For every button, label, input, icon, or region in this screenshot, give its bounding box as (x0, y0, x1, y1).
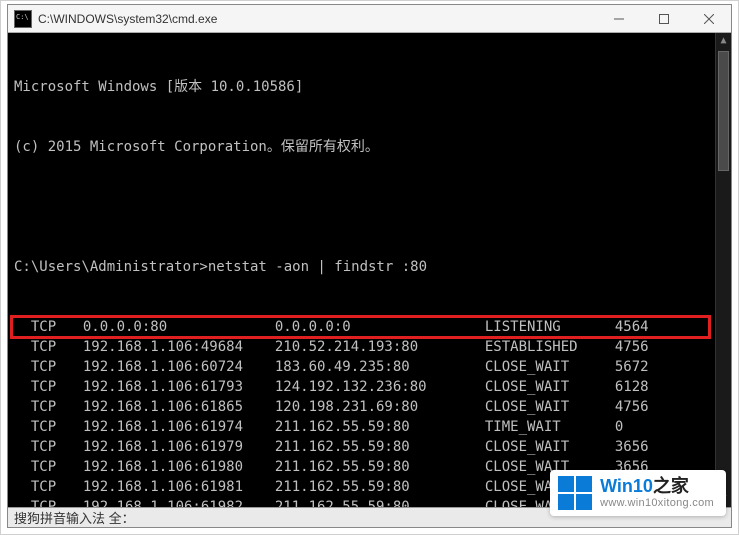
netstat-row: TCP0.0.0.0:800.0.0.0:0LISTENING4564 (14, 317, 725, 337)
netstat-row: TCP192.168.1.106:61865120.198.231.69:80C… (14, 397, 725, 417)
window-buttons (596, 5, 731, 32)
scrollbar-up-icon[interactable]: ▲ (716, 33, 731, 49)
netstat-row: TCP192.168.1.106:61979211.162.55.59:80CL… (14, 437, 725, 457)
watermark-badge: Win10之家 www.win10xitong.com (550, 470, 726, 516)
console-scrollbar[interactable]: ▲ ▼ (715, 33, 731, 507)
windows-logo-icon (558, 476, 592, 510)
header-line: (c) 2015 Microsoft Corporation。保留所有权利。 (14, 137, 725, 157)
minimize-button[interactable] (596, 5, 641, 32)
close-button[interactable] (686, 5, 731, 32)
header-line: Microsoft Windows [版本 10.0.10586] (14, 77, 725, 97)
scrollbar-thumb[interactable] (718, 51, 729, 171)
ime-text: 搜狗拼音输入法 全： (14, 508, 135, 527)
cmd-icon (14, 10, 32, 28)
netstat-row: TCP192.168.1.106:61793124.192.132.236:80… (14, 377, 725, 397)
netstat-row: TCP192.168.1.106:61974211.162.55.59:80TI… (14, 417, 725, 437)
maximize-button[interactable] (641, 5, 686, 32)
netstat-row: TCP192.168.1.106:49684210.52.214.193:80E… (14, 337, 725, 357)
watermark-url: www.win10xitong.com (600, 497, 714, 509)
blank-line (14, 197, 725, 217)
console-output[interactable]: Microsoft Windows [版本 10.0.10586] (c) 20… (8, 33, 731, 507)
window-titlebar: C:\WINDOWS\system32\cmd.exe (8, 5, 731, 33)
netstat-row: TCP192.168.1.106:60724183.60.49.235:80CL… (14, 357, 725, 377)
prompt-line: C:\Users\Administrator>netstat -aon | fi… (14, 257, 725, 277)
window-title: C:\WINDOWS\system32\cmd.exe (38, 12, 596, 26)
watermark-brand: Win10之家 (600, 477, 714, 497)
